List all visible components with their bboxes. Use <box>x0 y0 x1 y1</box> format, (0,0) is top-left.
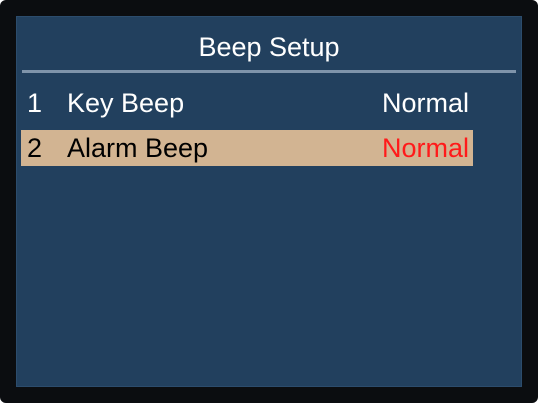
display-screen: Beep Setup 1 Key Beep Normal 2 Alarm Bee… <box>16 16 522 387</box>
menu-item-value: Normal <box>381 88 469 118</box>
menu-item-label: Key Beep <box>67 88 185 118</box>
device-bezel: Beep Setup 1 Key Beep Normal 2 Alarm Bee… <box>0 0 538 403</box>
menu-item-label: Alarm Beep <box>67 133 209 163</box>
title-divider <box>22 70 516 73</box>
menu-item-value: Normal <box>381 133 469 163</box>
menu-item-key-beep[interactable]: 1 Key Beep Normal <box>21 85 473 121</box>
menu-item-alarm-beep[interactable]: 2 Alarm Beep Normal <box>21 130 473 166</box>
page-title: Beep Setup <box>198 32 340 62</box>
menu-item-number: 1 <box>27 88 43 118</box>
menu-item-number: 2 <box>27 133 43 163</box>
